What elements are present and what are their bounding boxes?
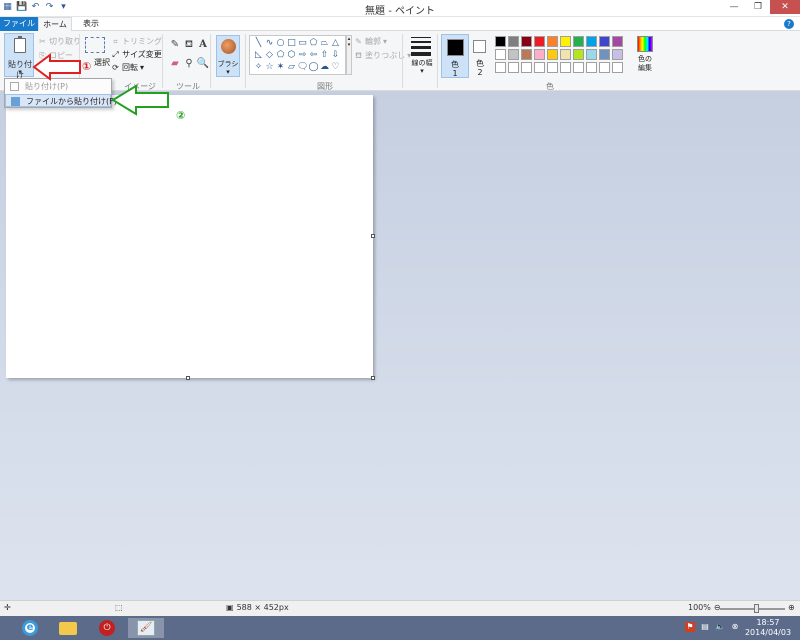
taskbar: e ⏻ 🖌 ⚑ ▤ 🔈 ⊗ 18:57 2014/04/03 (0, 616, 800, 640)
volume-icon[interactable]: 🔈 (715, 622, 725, 632)
power-icon: ⏻ (99, 620, 115, 636)
annotation-layer (32, 53, 169, 116)
language-icon[interactable]: ⊗ (730, 622, 740, 632)
paint-icon: 🖌 (137, 620, 155, 636)
annotation-arrow-green (111, 84, 169, 116)
status-bar: ✛ ⬚ ▣ 588 × 452px 100% ⊖ ⊕ (0, 600, 800, 616)
taskbar-power-app[interactable]: ⏻ (89, 618, 125, 638)
taskbar-paint[interactable]: 🖌 (128, 618, 164, 638)
clock-time: 18:57 (756, 618, 780, 627)
annotation-step-2: ② (176, 109, 186, 122)
canvas-size-text: 588 × 452px (236, 603, 289, 612)
system-tray: ⚑ ▤ 🔈 ⊗ (685, 622, 740, 632)
zoom-text: 100% (688, 603, 711, 612)
network-icon[interactable]: ▤ (700, 622, 710, 632)
internet-explorer-icon: e (22, 620, 38, 636)
crosshair-icon: ✛ (4, 603, 11, 612)
cursor-position: ✛ (4, 603, 11, 612)
action-center-icon[interactable]: ⚑ (685, 622, 695, 632)
selection-size: ⬚ (115, 603, 123, 612)
taskbar-internet-explorer[interactable]: e (12, 618, 48, 638)
taskbar-file-explorer[interactable] (50, 618, 86, 638)
folder-icon (59, 621, 77, 635)
annotation-step-1: ① (82, 60, 92, 73)
canvas-size-status: ▣ 588 × 452px (226, 603, 289, 612)
zoom-in-icon[interactable]: ⊕ (788, 603, 795, 612)
selection-icon: ⬚ (115, 603, 123, 612)
canvas-size-icon: ▣ (226, 603, 234, 612)
zoom-slider[interactable] (720, 604, 785, 613)
clock-date: 2014/04/03 (744, 628, 792, 637)
zoom-slider-thumb[interactable] (754, 604, 759, 613)
annotation-arrow-red (32, 53, 81, 81)
taskbar-clock[interactable]: 18:57 2014/04/03 (742, 618, 794, 638)
zoom-level: 100% ⊖ (688, 603, 721, 612)
